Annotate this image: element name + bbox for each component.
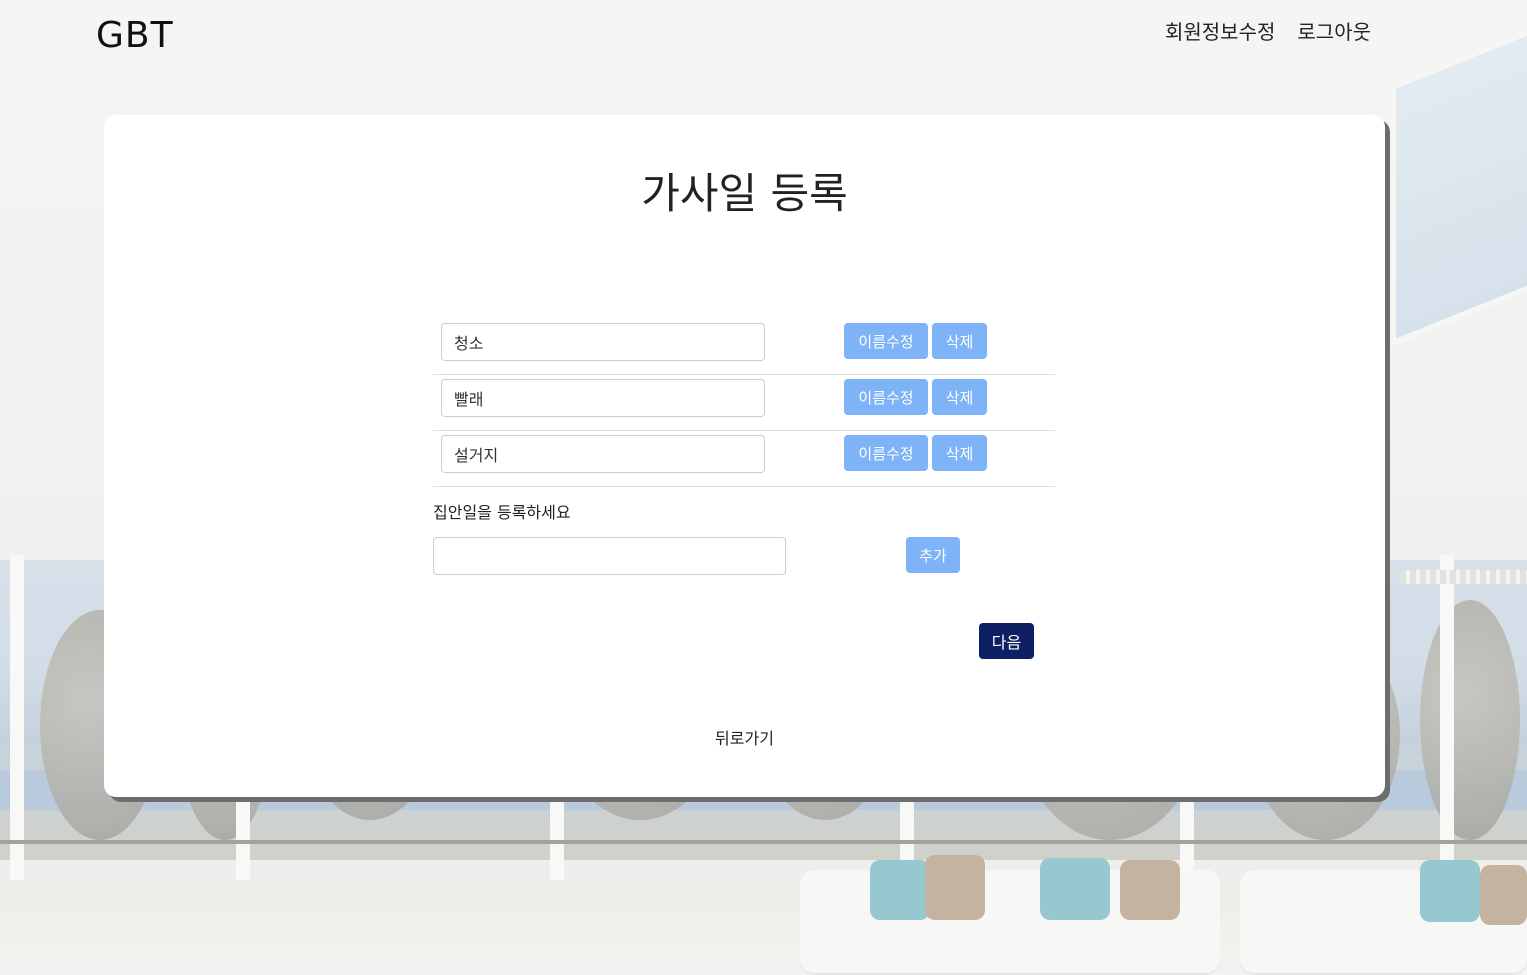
- chore-row: 이름수정 삭제: [433, 375, 1055, 431]
- add-button[interactable]: 추가: [906, 537, 960, 573]
- chore-name-input[interactable]: [441, 323, 765, 361]
- chore-row: 이름수정 삭제: [433, 431, 1055, 487]
- delete-button[interactable]: 삭제: [932, 323, 987, 359]
- rename-button[interactable]: 이름수정: [844, 435, 928, 471]
- rename-button[interactable]: 이름수정: [844, 379, 928, 415]
- add-chore-label: 집안일을 등록하세요: [433, 503, 571, 522]
- chore-name-input[interactable]: [441, 379, 765, 417]
- nav-links: 회원정보수정 로그아웃: [1165, 16, 1371, 45]
- nav-edit-profile-link[interactable]: 회원정보수정: [1165, 16, 1275, 45]
- brand-logo[interactable]: GBT: [96, 15, 174, 56]
- add-chore-input[interactable]: [433, 537, 786, 575]
- delete-button[interactable]: 삭제: [932, 379, 987, 415]
- top-nav: GBT 회원정보수정 로그아웃: [0, 0, 1527, 70]
- next-button[interactable]: 다음: [979, 623, 1034, 659]
- page-title: 가사일 등록: [641, 169, 848, 218]
- nav-logout-link[interactable]: 로그아웃: [1297, 16, 1371, 45]
- back-link[interactable]: 뒤로가기: [104, 725, 1385, 749]
- chore-row: 이름수정 삭제: [433, 319, 1055, 375]
- rename-button[interactable]: 이름수정: [844, 323, 928, 359]
- chore-list: 이름수정 삭제 이름수정 삭제 이름수정 삭제: [433, 319, 1055, 487]
- chore-name-input[interactable]: [441, 435, 765, 473]
- delete-button[interactable]: 삭제: [932, 435, 987, 471]
- chore-registration-card: 가사일 등록 이름수정 삭제 이름수정 삭제 이름수정 삭제 집안일을 등록하세…: [104, 115, 1385, 797]
